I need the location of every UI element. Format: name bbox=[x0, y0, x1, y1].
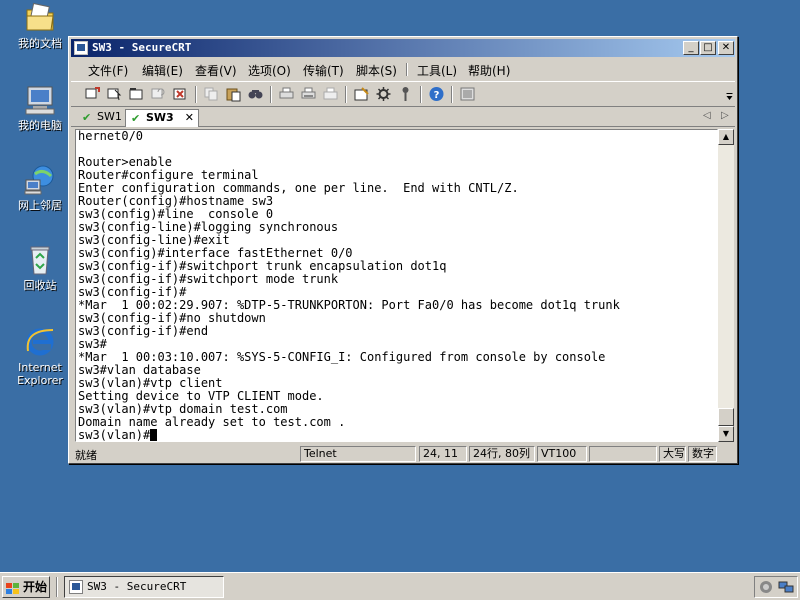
menu-view[interactable]: 查看(V) bbox=[195, 62, 237, 79]
help-icon[interactable]: ? bbox=[428, 86, 445, 102]
minimize-button[interactable]: _ bbox=[683, 41, 699, 55]
status-empty-cell bbox=[589, 446, 657, 462]
start-label: 开始 bbox=[23, 580, 48, 594]
securecrt-app-icon[interactable] bbox=[74, 41, 88, 55]
toolbar-overflow-icon[interactable] bbox=[721, 86, 733, 102]
find-icon[interactable] bbox=[247, 86, 264, 102]
tab-close-icon[interactable]: ✕ bbox=[185, 110, 194, 126]
status-protocol: Telnet bbox=[300, 446, 416, 462]
toolbar-separator bbox=[420, 86, 422, 103]
key-map-icon[interactable] bbox=[397, 86, 414, 102]
desktop-icon-label-line2: Explorer bbox=[17, 374, 63, 387]
scroll-down-icon[interactable]: ▼ bbox=[718, 426, 734, 442]
desktop-icon-label: 我的文档 bbox=[18, 37, 62, 50]
window-title: SW3 - SecureCRT bbox=[92, 41, 192, 54]
window-titlebar[interactable]: SW3 - SecureCRT _ □ ✕ bbox=[71, 39, 735, 57]
tray-network-icon[interactable] bbox=[778, 580, 794, 597]
desktop-icon-my-documents[interactable]: 我的文档 bbox=[8, 2, 72, 50]
my-documents-icon bbox=[23, 2, 57, 34]
status-cursor-position: 24, 11 bbox=[419, 446, 467, 462]
status-bar: 就绪 Telnet 24, 11 24行, 80列 VT100 大写 数字 bbox=[71, 445, 735, 463]
tab-label: SW3 bbox=[146, 111, 174, 124]
menu-script[interactable]: 脚本(S) bbox=[356, 62, 397, 79]
my-computer-icon bbox=[23, 84, 57, 116]
taskbar-separator bbox=[56, 577, 58, 597]
desktop-icon-internet-explorer[interactable]: Internet Explorer bbox=[8, 326, 72, 387]
taskbar: 开始 SW3 - SecureCRT bbox=[0, 572, 800, 600]
desktop-icon-label-line1: Internet bbox=[18, 361, 62, 374]
scroll-thumb[interactable] bbox=[718, 408, 734, 426]
menu-separator bbox=[406, 63, 408, 76]
sftp-icon[interactable] bbox=[459, 86, 476, 102]
tray-volume-icon[interactable] bbox=[759, 580, 773, 597]
taskbar-item-label: SW3 - SecureCRT bbox=[87, 580, 187, 593]
print-icon[interactable] bbox=[278, 86, 295, 102]
terminal-cursor bbox=[150, 429, 158, 441]
recycle-bin-icon bbox=[23, 244, 57, 276]
tab-scroll-right-icon[interactable]: ▷ bbox=[721, 110, 729, 121]
vertical-scrollbar[interactable]: ▲ ▼ bbox=[718, 129, 734, 442]
toolbar: ? bbox=[71, 81, 735, 107]
copy-icon[interactable] bbox=[203, 86, 220, 102]
desktop-icon-recycle-bin[interactable]: 回收站 bbox=[8, 244, 72, 292]
toolbar-separator bbox=[345, 86, 347, 103]
desktop-icon-label: 我的电脑 bbox=[18, 119, 62, 132]
paste-icon[interactable] bbox=[225, 86, 242, 102]
desktop-icon-my-computer[interactable]: 我的电脑 bbox=[8, 84, 72, 132]
scroll-up-icon[interactable]: ▲ bbox=[718, 129, 734, 145]
status-terminal-size: 24行, 80列 bbox=[469, 446, 535, 462]
connect-in-tab-icon[interactable] bbox=[128, 86, 145, 102]
tab-label: SW1 bbox=[97, 110, 122, 123]
connected-check-icon: ✔ bbox=[82, 111, 92, 124]
disconnect-icon[interactable] bbox=[172, 86, 189, 102]
start-button[interactable]: 开始 bbox=[2, 576, 50, 598]
menu-tools[interactable]: 工具(L) bbox=[417, 62, 457, 79]
desktop-icon-label: 回收站 bbox=[23, 279, 57, 292]
windows-logo-icon bbox=[6, 581, 20, 594]
tab-scroll-left-icon[interactable]: ◁ bbox=[703, 110, 711, 121]
status-caps-lock: 大写 bbox=[659, 446, 686, 462]
terminal-line: hernet0/0 bbox=[78, 129, 144, 143]
toolbar-separator bbox=[451, 86, 453, 103]
global-options-icon[interactable] bbox=[375, 86, 392, 102]
internet-explorer-icon bbox=[23, 326, 57, 358]
terminal-output[interactable]: hernet0/0 Router>enable Router#configure t… bbox=[75, 129, 718, 442]
menu-help[interactable]: 帮助(H) bbox=[468, 62, 510, 79]
status-num-lock: 数字 bbox=[688, 446, 717, 462]
taskbar-item-securecrt[interactable]: SW3 - SecureCRT bbox=[64, 576, 224, 598]
connect-icon[interactable] bbox=[84, 86, 101, 102]
status-emulation: VT100 bbox=[537, 446, 587, 462]
status-ready: 就绪 bbox=[75, 449, 97, 462]
close-button[interactable]: ✕ bbox=[718, 41, 734, 55]
network-places-icon bbox=[23, 164, 57, 196]
connected-check-icon: ✔ bbox=[131, 112, 141, 125]
tab-sw3[interactable]: ✔ SW3 ✕ bbox=[125, 109, 199, 127]
terminal-text: hernet0/0 Router>enable Router#configure t… bbox=[78, 129, 620, 442]
toolbar-separator bbox=[195, 86, 197, 103]
terminal-prompt: sw3(vlan)# bbox=[78, 428, 151, 442]
securecrt-task-icon bbox=[69, 580, 83, 594]
toolbar-separator bbox=[270, 86, 272, 103]
terminal-prompt-line: sw3(vlan)# bbox=[78, 428, 620, 442]
session-tab-bar: ✔ SW1 ✔ SW3 ✕ ◁ ▷ bbox=[71, 109, 735, 127]
quick-connect-icon[interactable] bbox=[106, 86, 123, 102]
tab-sw1[interactable]: ✔ SW1 bbox=[77, 109, 123, 127]
desktop-icon-network-places[interactable]: 网上邻居 bbox=[8, 164, 72, 212]
menu-edit[interactable]: 编辑(E) bbox=[142, 62, 183, 79]
print-setup-icon[interactable] bbox=[322, 86, 339, 102]
terminal-line: Domain name already set to test.com . bbox=[78, 415, 346, 429]
menu-bar: 文件(F) 编辑(E) 查看(V) 选项(O) 传输(T) 脚本(S) 工具(L… bbox=[71, 59, 735, 79]
reconnect-icon[interactable] bbox=[150, 86, 167, 102]
menu-file[interactable]: 文件(F) bbox=[88, 62, 128, 79]
securecrt-window: SW3 - SecureCRT _ □ ✕ 文件(F) 编辑(E) 查看(V) … bbox=[68, 36, 738, 464]
maximize-button[interactable]: □ bbox=[700, 41, 716, 55]
terminal-line: sw3(config-if)#end bbox=[78, 324, 209, 338]
menu-options[interactable]: 选项(O) bbox=[248, 62, 291, 79]
session-options-icon[interactable] bbox=[353, 86, 370, 102]
menu-transfer[interactable]: 传输(T) bbox=[303, 62, 344, 79]
print-selection-icon[interactable] bbox=[300, 86, 317, 102]
system-tray bbox=[754, 576, 798, 598]
desktop-icon-label: 网上邻居 bbox=[18, 199, 62, 212]
svg-text:?: ? bbox=[434, 90, 440, 101]
